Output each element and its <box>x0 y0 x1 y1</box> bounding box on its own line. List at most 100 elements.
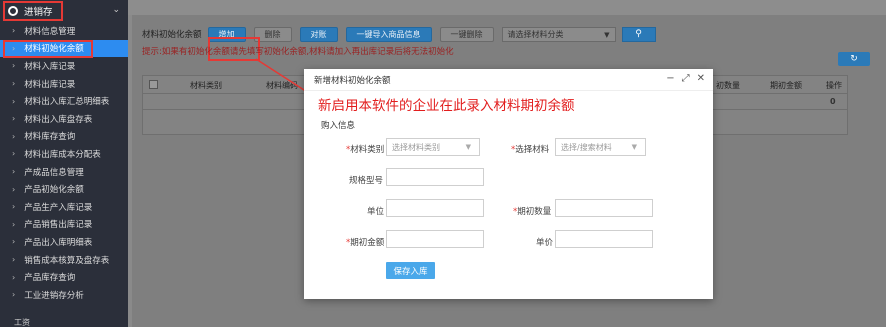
qty-label-text: 期初数量 <box>517 207 552 217</box>
unit-input[interactable] <box>386 199 484 217</box>
chevron-right-icon: › <box>12 167 16 177</box>
sidebar-item[interactable]: › 产品出入库明细表 <box>0 233 128 251</box>
sidebar-menu: › 材料信息管理 › 材料初始化余额 › 材料入库记录 › 材料出库记录 › 材料出入库汇… <box>0 22 128 304</box>
chevron-right-icon: › <box>12 219 16 229</box>
modal-controls: − ⤢ ✕ <box>666 73 705 84</box>
sidebar-item[interactable]: › 材料出入库盘存表 <box>0 110 128 128</box>
sidebar-item[interactable]: › 材料出库成本分配表 <box>0 145 128 163</box>
column-header: 初数量 <box>716 81 740 90</box>
page-title: 材料初始化余额 <box>142 30 202 40</box>
qty-input[interactable] <box>555 199 653 217</box>
amount-input[interactable] <box>386 230 484 248</box>
compare-button[interactable]: 对账 <box>299 26 338 42</box>
material-label: *选择材料 <box>511 143 549 155</box>
chevron-right-icon: › <box>12 61 16 71</box>
minimize-icon[interactable]: − <box>666 73 674 84</box>
sidebar: 进销存 ⌄ › 材料信息管理 › 材料初始化余额 › 材料入库记录 › 材料出库记录 ›… <box>0 0 128 327</box>
chevron-down-icon: ▼ <box>631 143 637 151</box>
sidebar-header-invoicing[interactable]: 进销存 ⌄ <box>0 0 128 22</box>
sidebar-item-label: 工业进销存分析 <box>24 290 84 301</box>
amount-label: *期初金额 <box>346 236 384 248</box>
sidebar-item-label: 材料入库记录 <box>24 61 76 72</box>
search-icon: ⚲ <box>635 29 642 39</box>
column-header: 期初金额 <box>770 81 802 90</box>
sidebar-item[interactable]: › 材料出入库汇总明细表 <box>0 92 128 110</box>
chevron-right-icon: › <box>12 255 16 265</box>
refresh-button[interactable]: ↻ <box>838 52 870 66</box>
sidebar-item[interactable]: › 产品库存查询 <box>0 268 128 286</box>
sidebar-item[interactable]: › 销售成本核算及盘存表 <box>0 251 128 269</box>
sidebar-item[interactable]: › 产品生产入库记录 <box>0 198 128 216</box>
unit-label: 单位 <box>367 207 385 217</box>
material-select-placeholder: 选择/搜索材料 <box>561 142 612 152</box>
sidebar-item-label: 产品库存查询 <box>24 273 76 284</box>
import-button[interactable]: 一键导入商品信息 <box>345 26 432 42</box>
chevron-right-icon: › <box>12 96 16 106</box>
category-select[interactable]: 选择材料类别 ▼ <box>386 138 480 156</box>
sidebar-footer-item[interactable]: 工资 <box>0 317 128 327</box>
sidebar-item-label: 材料出库成本分配表 <box>24 149 101 160</box>
column-header: 操作 <box>826 81 842 90</box>
sidebar-item[interactable]: › 产品初始化余额 <box>0 180 128 198</box>
price-input[interactable] <box>555 230 653 248</box>
sidebar-item-label: 产品出入库明细表 <box>24 237 93 248</box>
qty-label: *期初数量 <box>513 205 551 217</box>
top-bar <box>128 0 886 15</box>
sidebar-item[interactable]: › 材料入库记录 <box>0 57 128 75</box>
chevron-right-icon: › <box>12 202 16 212</box>
search-button[interactable]: ⚲ <box>621 26 656 42</box>
sidebar-item-label: 材料出入库盘存表 <box>24 114 93 125</box>
sidebar-item-label: 材料信息管理 <box>24 26 76 37</box>
close-icon[interactable]: ✕ <box>697 73 705 84</box>
chevron-down-icon: ⌄ <box>112 5 120 15</box>
chevron-right-icon: › <box>12 131 16 141</box>
sidebar-item[interactable]: › 材料出库记录 <box>0 75 128 93</box>
spec-input[interactable] <box>386 168 484 186</box>
sidebar-item-label: 产成品信息管理 <box>24 167 84 178</box>
chevron-right-icon: › <box>12 237 16 247</box>
chevron-right-icon: › <box>12 290 16 300</box>
category-select[interactable]: 请选择材料分类 ▼ <box>501 26 616 42</box>
chevron-right-icon: › <box>12 26 16 36</box>
annotation-box <box>3 1 63 21</box>
sidebar-item-label: 材料库存查询 <box>24 132 76 143</box>
chevron-down-icon: ▼ <box>465 143 471 151</box>
category-select-value: 请选择材料分类 <box>507 29 564 39</box>
add-material-modal: 新增材料初始化余额 − ⤢ ✕ 新启用本软件的企业在此录入材料期初余额 购入信息… <box>304 69 713 299</box>
spec-label: 规格型号 <box>349 176 384 186</box>
amount-label-text: 期初金额 <box>350 238 385 248</box>
chevron-right-icon: › <box>12 272 16 282</box>
sidebar-item[interactable]: › 工业进销存分析 <box>0 286 128 304</box>
material-select[interactable]: 选择/搜索材料 ▼ <box>555 138 646 156</box>
save-button[interactable]: 保存入库 <box>386 262 435 279</box>
sidebar-item-label: 材料出库记录 <box>24 79 76 90</box>
category-select-placeholder: 选择材料类别 <box>392 142 440 152</box>
refresh-icon: ↻ <box>850 54 858 64</box>
category-label: *材料类别 <box>346 143 384 155</box>
modal-title-bar: 新增材料初始化余额 − ⤢ ✕ <box>304 69 713 91</box>
sidebar-item[interactable]: › 材料库存查询 <box>0 128 128 146</box>
chevron-right-icon: › <box>12 149 16 159</box>
column-header: 材料类别 <box>190 81 222 90</box>
modal-title: 新增材料初始化余额 <box>314 75 391 86</box>
sidebar-item-label: 销售成本核算及盘存表 <box>24 255 110 266</box>
sidebar-item[interactable]: › 产成品信息管理 <box>0 163 128 181</box>
annotation-note: 新启用本软件的企业在此录入材料期初余额 <box>318 98 575 114</box>
maximize-icon[interactable]: ⤢ <box>682 73 690 84</box>
sidebar-footer-label: 工资 <box>14 318 30 327</box>
annotation-box <box>3 39 93 58</box>
select-all-checkbox[interactable] <box>149 80 158 89</box>
sidebar-item-label: 产品初始化余额 <box>24 185 84 196</box>
sidebar-item-active[interactable]: › 材料初始化余额 <box>0 39 128 58</box>
sidebar-item-label: 产品销售出库记录 <box>24 220 93 231</box>
chevron-right-icon: › <box>12 79 16 89</box>
sidebar-item[interactable]: › 产品销售出库记录 <box>0 216 128 234</box>
chevron-right-icon: › <box>12 114 16 124</box>
chevron-down-icon: ▼ <box>604 30 610 39</box>
row-count: 0 <box>830 97 836 106</box>
sidebar-item-label: 材料出入库汇总明细表 <box>24 97 110 108</box>
chevron-right-icon: › <box>12 184 16 194</box>
category-label-text: 材料类别 <box>350 145 385 155</box>
sidebar-item[interactable]: › 材料信息管理 <box>0 22 128 40</box>
delete-all-button[interactable]: 一键删除 <box>439 26 494 42</box>
